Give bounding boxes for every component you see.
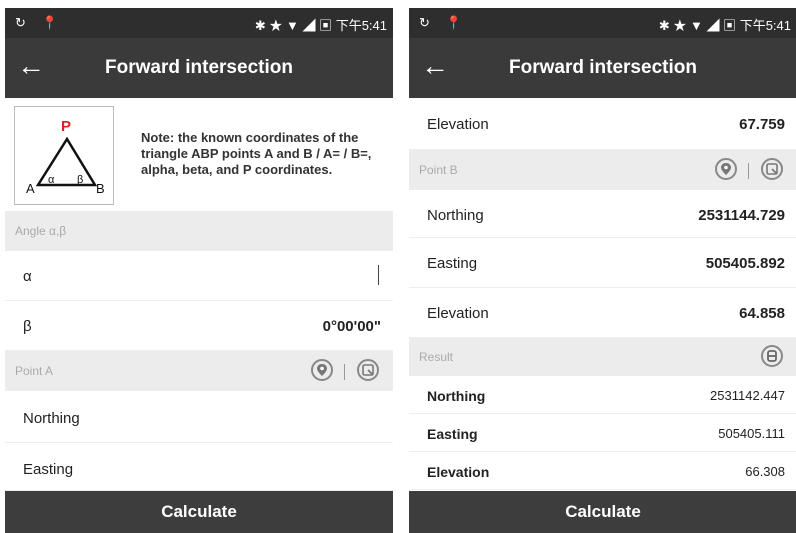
status-right: ✱ ★ ▼ ◢ ▣ 下午5:41 bbox=[255, 15, 387, 34]
easting-label: Easting bbox=[427, 255, 478, 272]
divider bbox=[344, 364, 345, 380]
alpha-label: α bbox=[48, 174, 55, 186]
status-time: 下午5:41 bbox=[335, 18, 387, 33]
b-northing-row[interactable]: Northing 2531144.729 bbox=[409, 190, 796, 238]
triangle-icon: P A B α β bbox=[26, 118, 105, 196]
beta-input[interactable]: β 0°00'00" bbox=[5, 301, 393, 351]
a-elevation-row[interactable]: Elevation 67.759 bbox=[409, 98, 796, 150]
text-cursor bbox=[378, 265, 379, 285]
app-bar: ← Forward intersection bbox=[409, 38, 796, 98]
easting-value: 505405.111 bbox=[718, 426, 785, 441]
alpha-label: α bbox=[23, 268, 32, 285]
elevation-value: 64.858 bbox=[739, 305, 785, 322]
result-northing-row: Northing 2531142.447 bbox=[409, 376, 796, 414]
elevation-value: 66.308 bbox=[745, 464, 785, 479]
point-a-section-header: Point A bbox=[5, 351, 393, 391]
right-screen: ↻ 📍 ✱ ★ ▼ ◢ ▣ 下午5:41 ← Forward intersect… bbox=[409, 8, 796, 533]
status-right: ✱ ★ ▼ ◢ ▣ 下午5:41 bbox=[659, 15, 791, 34]
northing-value: 2531142.447 bbox=[710, 388, 785, 403]
status-left-icons: ↻ 📍 bbox=[419, 15, 468, 30]
divider bbox=[748, 163, 749, 179]
note-block: P A B α β Note: the known coordinates of… bbox=[5, 98, 393, 211]
easting-input[interactable]: Easting bbox=[5, 443, 393, 491]
section-title: Angle α,β bbox=[15, 224, 67, 238]
result-elevation-row: Elevation 66.308 bbox=[409, 452, 796, 490]
northing-label: Northing bbox=[23, 410, 80, 427]
easting-value: 505405.892 bbox=[705, 255, 785, 272]
point-b-section-header: Point B bbox=[409, 150, 796, 190]
app-bar: ← Forward intersection bbox=[5, 38, 393, 98]
point-p-label: P bbox=[61, 118, 71, 135]
select-point-icon[interactable] bbox=[761, 158, 783, 180]
section-title: Result bbox=[419, 350, 454, 364]
location-pin-icon[interactable] bbox=[715, 158, 737, 180]
beta-value: 0°00'00" bbox=[322, 318, 381, 335]
page-title: Forward intersection bbox=[105, 57, 293, 78]
section-title: Point B bbox=[419, 163, 458, 177]
northing-label: Northing bbox=[427, 207, 484, 224]
note-text: Note: the known coordinates of the trian… bbox=[141, 130, 372, 177]
point-a-label: A bbox=[26, 181, 35, 196]
status-bar: ↻ 📍 ✱ ★ ▼ ◢ ▣ 下午5:41 bbox=[5, 8, 393, 38]
result-easting-row: Easting 505405.111 bbox=[409, 414, 796, 452]
easting-label: Easting bbox=[23, 461, 74, 478]
elevation-label: Elevation bbox=[427, 305, 489, 322]
save-icon[interactable] bbox=[761, 345, 783, 367]
northing-input[interactable]: Northing bbox=[5, 391, 393, 443]
select-point-icon[interactable] bbox=[357, 359, 379, 381]
section-title: Point A bbox=[15, 364, 54, 378]
status-icons: ✱ ★ ▼ ◢ ▣ bbox=[254, 18, 333, 33]
beta-label: β bbox=[77, 174, 83, 186]
status-bar: ↻ 📍 ✱ ★ ▼ ◢ ▣ 下午5:41 bbox=[409, 8, 796, 38]
beta-label: β bbox=[23, 318, 32, 335]
elevation-label: Elevation bbox=[427, 464, 490, 480]
location-pin-icon[interactable] bbox=[311, 359, 333, 381]
calculate-button[interactable]: Calculate bbox=[5, 491, 393, 533]
status-time: 下午5:41 bbox=[739, 18, 791, 33]
elevation-value: 67.759 bbox=[739, 116, 785, 133]
calculate-button[interactable]: Calculate bbox=[409, 491, 796, 533]
elevation-label: Elevation bbox=[427, 116, 489, 133]
northing-value: 2531144.729 bbox=[698, 207, 785, 224]
result-section-header: Result bbox=[409, 338, 796, 376]
status-icons: ✱ ★ ▼ ◢ ▣ bbox=[658, 18, 737, 33]
northing-label: Northing bbox=[427, 388, 486, 404]
alpha-input[interactable]: α bbox=[5, 251, 393, 301]
point-b-label: B bbox=[96, 181, 105, 196]
triangle-diagram: P A B α β bbox=[14, 106, 114, 205]
b-elevation-row[interactable]: Elevation 64.858 bbox=[409, 288, 796, 338]
page-title: Forward intersection bbox=[509, 57, 697, 78]
b-easting-row[interactable]: Easting 505405.892 bbox=[409, 238, 796, 288]
angle-section-header: Angle α,β bbox=[5, 211, 393, 251]
status-left-icons: ↻ 📍 bbox=[15, 15, 64, 30]
left-screen: ↻ 📍 ✱ ★ ▼ ◢ ▣ 下午5:41 ← Forward intersect… bbox=[5, 8, 393, 533]
easting-label: Easting bbox=[427, 426, 478, 442]
